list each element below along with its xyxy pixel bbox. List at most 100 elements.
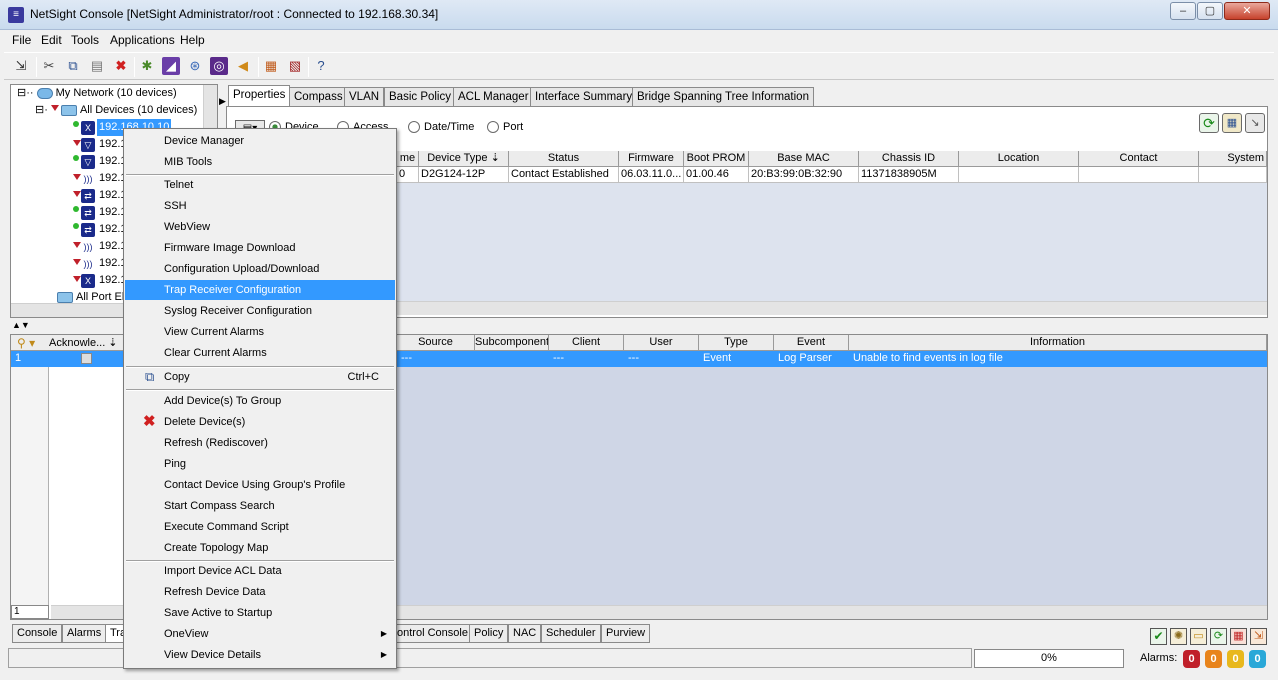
- tree-device[interactable]: ))) 192.1: [71, 255, 131, 272]
- column-header[interactable]: Status: [509, 151, 619, 167]
- column-header[interactable]: Contact: [1079, 151, 1199, 167]
- menu-item-device-manager[interactable]: Device Manager: [125, 131, 395, 151]
- export-icon[interactable]: ↘: [1245, 113, 1265, 133]
- tab-basic-policy[interactable]: Basic Policy: [384, 87, 456, 107]
- help-icon[interactable]: ?: [312, 57, 330, 75]
- tab-scheduler[interactable]: Scheduler: [541, 624, 601, 643]
- column-header[interactable]: Location: [959, 151, 1079, 167]
- splitter-arrows-icon[interactable]: ▲▼: [12, 320, 30, 330]
- minimize-button[interactable]: –: [1170, 2, 1196, 20]
- ack-header[interactable]: Acknowle... ⇣: [49, 336, 118, 349]
- table-cell[interactable]: [1199, 167, 1267, 183]
- alarm-horn-icon[interactable]: ◀: [234, 57, 252, 75]
- copy-icon[interactable]: ⧉: [64, 57, 82, 75]
- menu-item-delete-devices[interactable]: ✖ Delete Device(s): [125, 412, 395, 432]
- menu-item-webview[interactable]: WebView: [125, 217, 395, 237]
- tree-device[interactable]: ⇄ 192.1: [71, 221, 131, 238]
- tree-all-devices[interactable]: ⊟· All Devices (10 devices): [35, 102, 197, 119]
- menu-item-view-alarms[interactable]: View Current Alarms: [125, 322, 395, 342]
- clear-report-icon[interactable]: ▧: [286, 57, 304, 75]
- column-header[interactable]: Chassis ID: [859, 151, 959, 167]
- column-header[interactable]: Device Type ⇣: [419, 151, 509, 167]
- table-cell[interactable]: [959, 167, 1079, 183]
- menu-item-clear-alarms[interactable]: Clear Current Alarms: [125, 343, 395, 363]
- properties-hscroll[interactable]: [397, 301, 1267, 315]
- refresh-events-icon[interactable]: ⟳: [1210, 628, 1227, 645]
- menu-item-add-to-group[interactable]: Add Device(s) To Group: [125, 391, 395, 411]
- column-header[interactable]: Type: [699, 335, 774, 351]
- maximize-button[interactable]: ▢: [1197, 2, 1223, 20]
- acknowledge-icon[interactable]: ✔: [1150, 628, 1167, 645]
- alarm-info-count[interactable]: 0: [1249, 650, 1266, 668]
- column-header[interactable]: Subcomponent: [475, 335, 549, 351]
- alarm-minor-count[interactable]: 0: [1227, 650, 1244, 668]
- column-header[interactable]: Firmware: [619, 151, 684, 167]
- column-header[interactable]: Event: [774, 335, 849, 351]
- column-header[interactable]: Boot PROM: [684, 151, 749, 167]
- ack-checkbox[interactable]: [81, 353, 92, 364]
- table-cell[interactable]: 0: [397, 167, 419, 183]
- clear-events-icon[interactable]: ▦: [1230, 628, 1247, 645]
- menu-item-refresh[interactable]: Refresh (Rediscover): [125, 433, 395, 453]
- tab-console[interactable]: Console: [12, 624, 63, 643]
- column-header[interactable]: User: [624, 335, 699, 351]
- menu-help[interactable]: Help: [180, 33, 205, 47]
- refresh-icon[interactable]: ⟳: [1199, 113, 1219, 133]
- menu-file[interactable]: File: [12, 33, 31, 47]
- table-cell[interactable]: 06.03.11.0...: [619, 167, 684, 183]
- tree-device[interactable]: ⇄ 192.1: [71, 204, 131, 221]
- tab-scroll-arrow-icon[interactable]: ▶: [219, 96, 226, 107]
- radio-port[interactable]: Port: [487, 121, 523, 134]
- tab-policy[interactable]: Policy: [469, 624, 509, 643]
- column-header[interactable]: Client: [549, 335, 624, 351]
- table-cell[interactable]: 11371838905M: [859, 167, 959, 183]
- table-cell[interactable]: 20:B3:99:0B:32:90: [749, 167, 859, 183]
- paste-icon[interactable]: ▤: [88, 57, 106, 75]
- menu-item-view-details[interactable]: View Device Details ▶: [125, 645, 395, 665]
- column-header[interactable]: Source: [397, 335, 475, 351]
- menu-edit[interactable]: Edit: [41, 33, 62, 47]
- menu-applications[interactable]: Applications: [110, 33, 175, 47]
- filter-icon[interactable]: ⚲ ▾: [17, 336, 35, 350]
- table-cell[interactable]: D2G124-12P: [419, 167, 509, 183]
- tab-properties[interactable]: Properties: [228, 85, 291, 107]
- menu-item-copy[interactable]: ⧉ Copy Ctrl+C: [125, 367, 395, 387]
- alarm-critical-count[interactable]: 0: [1183, 650, 1200, 668]
- tab-bridge-spanning-tree[interactable]: Bridge Spanning Tree Information: [632, 87, 814, 107]
- menu-item-topology-map[interactable]: Create Topology Map: [125, 538, 395, 558]
- table-cell[interactable]: Contact Established: [509, 167, 619, 183]
- menu-item-mib-tools[interactable]: MIB Tools: [125, 152, 395, 172]
- tab-interface-summary[interactable]: Interface Summary: [530, 87, 638, 107]
- radio-datetime[interactable]: Date/Time: [408, 121, 474, 134]
- menu-item-ssh[interactable]: SSH: [125, 196, 395, 216]
- menu-item-oneview[interactable]: OneView ▶: [125, 624, 395, 644]
- table-options-icon[interactable]: ▦: [1222, 113, 1242, 133]
- menu-item-config-upload[interactable]: Configuration Upload/Download: [125, 259, 395, 279]
- tree-device[interactable]: ))) 192.1: [71, 170, 131, 187]
- column-header[interactable]: Base MAC: [749, 151, 859, 167]
- menu-item-ping[interactable]: Ping: [125, 454, 395, 474]
- column-header[interactable]: System: [1199, 151, 1267, 167]
- tab-purview[interactable]: Purview: [601, 624, 651, 643]
- policy-icon[interactable]: ◢: [162, 57, 180, 75]
- tree-device[interactable]: ▽ 192.1: [71, 153, 131, 170]
- open-folder-icon[interactable]: ▭: [1190, 628, 1207, 645]
- new-report-icon[interactable]: ▦: [262, 57, 280, 75]
- menu-item-firmware-download[interactable]: Firmware Image Download: [125, 238, 395, 258]
- table-cell[interactable]: [1079, 167, 1199, 183]
- tab-control-console[interactable]: ontrol Console: [392, 624, 473, 643]
- tab-acl-manager[interactable]: ACL Manager: [453, 87, 534, 107]
- menu-item-save-startup[interactable]: Save Active to Startup: [125, 603, 395, 623]
- tree-root[interactable]: ⊟·· My Network (10 devices): [17, 85, 177, 102]
- tree-device[interactable]: X 192.1: [71, 272, 131, 289]
- compass-icon[interactable]: ⊛: [186, 57, 204, 75]
- row-count-field[interactable]: 1: [11, 605, 49, 619]
- menu-item-syslog-receiver[interactable]: Syslog Receiver Configuration: [125, 301, 395, 321]
- export-events-icon[interactable]: ⇲: [1250, 628, 1267, 645]
- device-manager-icon[interactable]: ✱: [138, 57, 156, 75]
- menu-item-compass-search[interactable]: Start Compass Search: [125, 496, 395, 516]
- tab-alarms[interactable]: Alarms: [62, 624, 107, 643]
- tree-device[interactable]: ))) 192.1: [71, 238, 131, 255]
- menu-tools[interactable]: Tools: [71, 33, 99, 47]
- menu-item-execute-script[interactable]: Execute Command Script: [125, 517, 395, 537]
